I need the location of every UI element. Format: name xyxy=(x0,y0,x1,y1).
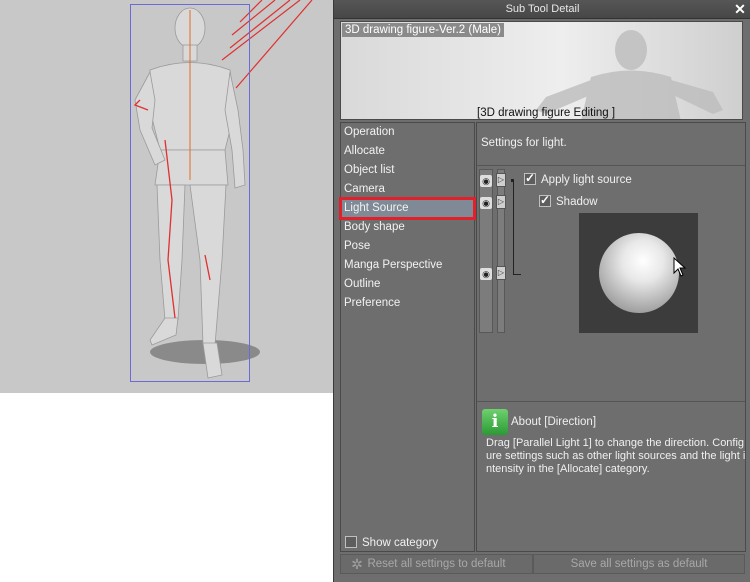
visibility-column xyxy=(479,169,493,333)
save-all-settings-label: Save all settings as default xyxy=(570,558,708,570)
settings-header: Settings for light. xyxy=(481,137,567,149)
about-description: Drag [Parallel Light 1] to change the di… xyxy=(486,437,746,475)
save-all-settings-button[interactable]: Save all settings as default xyxy=(533,554,745,574)
info-icon: i xyxy=(482,409,508,435)
sub-tool-detail-dialog: Sub Tool Detail ✕ 3D drawing figure-Ver.… xyxy=(333,0,750,582)
checkbox-icon[interactable] xyxy=(345,536,357,548)
about-title: About [Direction] xyxy=(511,416,597,428)
category-body-shape[interactable]: Body shape xyxy=(341,218,474,237)
category-allocate[interactable]: Allocate xyxy=(341,142,474,161)
reset-icon: ✲ xyxy=(351,556,363,572)
category-object-list[interactable]: Object list xyxy=(341,161,474,180)
shadow-checkbox[interactable]: Shadow xyxy=(539,193,598,208)
category-outline[interactable]: Outline xyxy=(341,275,474,294)
apply-light-source-checkbox[interactable]: Apply light source xyxy=(524,171,632,186)
close-icon[interactable]: ✕ xyxy=(733,2,747,16)
figure-bounding-box xyxy=(130,4,250,382)
tool-preview: 3D drawing figure-Ver.2 (Male) [3D drawi… xyxy=(340,21,743,120)
mouse-cursor-icon xyxy=(673,257,687,277)
dialog-title: Sub Tool Detail xyxy=(505,3,580,15)
reset-all-settings-button[interactable]: ✲ Reset all settings to default xyxy=(340,554,533,574)
title-bar[interactable]: Sub Tool Detail ✕ xyxy=(334,0,750,19)
expand-arrow-icon[interactable]: ▷ xyxy=(496,195,506,209)
category-pose[interactable]: Pose xyxy=(341,237,474,256)
preview-title: 3D drawing figure-Ver.2 (Male) xyxy=(342,23,504,37)
settings-panel: Settings for light. ◉ ◉ ◉ ▷ ▷ ▷ Apply li… xyxy=(476,122,746,552)
preview-caption: [3D drawing figure Editing ] xyxy=(477,107,616,119)
show-category-label: Show category xyxy=(362,537,439,549)
category-camera[interactable]: Camera xyxy=(341,180,474,199)
category-list: Operation Allocate Object list Camera Li… xyxy=(339,122,476,552)
shadow-label: Shadow xyxy=(556,196,598,208)
checkbox-icon[interactable] xyxy=(539,193,551,207)
tree-connector xyxy=(513,181,521,275)
category-operation[interactable]: Operation xyxy=(341,123,474,142)
eye-icon[interactable]: ◉ xyxy=(480,197,492,209)
checkbox-icon[interactable] xyxy=(524,171,536,185)
canvas-blank-area xyxy=(0,393,333,582)
expand-arrow-icon[interactable]: ▷ xyxy=(496,173,506,187)
category-light-source[interactable]: Light Source xyxy=(339,197,476,220)
light-direction-widget[interactable] xyxy=(579,213,698,333)
divider xyxy=(477,401,745,402)
eye-icon[interactable]: ◉ xyxy=(480,175,492,187)
expand-arrow-icon[interactable]: ▷ xyxy=(496,266,506,280)
category-manga-perspective[interactable]: Manga Perspective xyxy=(341,256,474,275)
reset-all-settings-label: Reset all settings to default xyxy=(367,558,506,570)
canvas-3d-view[interactable] xyxy=(0,0,333,393)
category-preference[interactable]: Preference xyxy=(341,294,474,313)
show-category-checkbox[interactable]: Show category xyxy=(345,536,438,549)
eye-icon[interactable]: ◉ xyxy=(480,268,492,280)
light-direction-sphere[interactable] xyxy=(599,233,679,313)
apply-light-source-label: Apply light source xyxy=(541,174,632,186)
divider xyxy=(477,165,745,166)
expand-column xyxy=(497,169,505,333)
